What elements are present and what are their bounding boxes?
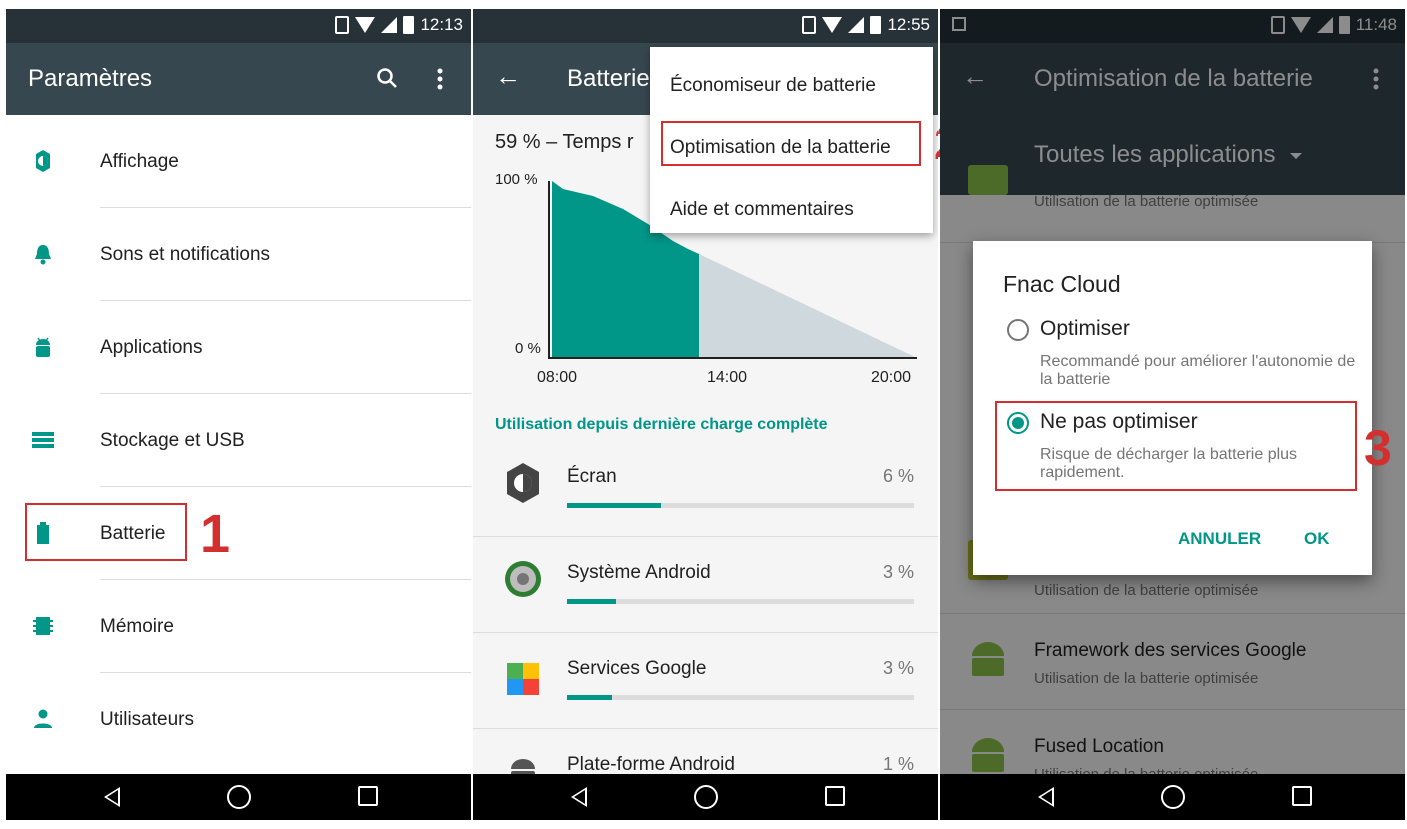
navigation-bar bbox=[6, 774, 471, 820]
brightness-icon bbox=[36, 150, 50, 172]
nav-recents-icon[interactable] bbox=[825, 786, 845, 806]
radio-description: Recommandé pour améliorer l'autonomie de… bbox=[1040, 353, 1356, 388]
step-number: 3 bbox=[1364, 420, 1392, 476]
status-time: 12:13 bbox=[420, 15, 463, 34]
nav-recents-icon[interactable] bbox=[358, 786, 378, 806]
settings-item-label: Mémoire bbox=[100, 616, 174, 637]
x-axis-label: 20:00 bbox=[871, 369, 912, 386]
highlight-box bbox=[661, 121, 921, 166]
usage-bar bbox=[567, 599, 914, 604]
android-icon bbox=[36, 337, 50, 357]
app-bar: Paramètres bbox=[6, 43, 471, 115]
settings-screen: 12:13 Paramètres Affichage Sons et notif… bbox=[6, 9, 471, 820]
usage-label: Services Google bbox=[567, 658, 707, 679]
wifi-icon bbox=[822, 17, 843, 33]
nav-home-icon[interactable] bbox=[1161, 785, 1185, 809]
signal-icon bbox=[381, 17, 398, 33]
usage-item-services-google[interactable]: Services Google 3 % bbox=[473, 633, 938, 729]
y-axis-max-label: 100 % bbox=[495, 171, 538, 188]
battery-status-icon bbox=[870, 16, 882, 34]
settings-item-label: Stockage et USB bbox=[100, 430, 245, 451]
radio-optimiser[interactable] bbox=[1007, 319, 1029, 341]
navigation-bar bbox=[473, 774, 938, 820]
battery-summary: 59 % – Temps r bbox=[495, 131, 634, 153]
vibrate-icon bbox=[335, 16, 350, 34]
signal-icon bbox=[848, 17, 865, 33]
more-options-icon[interactable] bbox=[436, 67, 444, 91]
usage-percent: 6 % bbox=[882, 466, 914, 486]
nav-back-icon[interactable] bbox=[104, 787, 120, 807]
settings-item-sons[interactable]: Sons et notifications bbox=[6, 208, 471, 301]
usage-label: Système Android bbox=[567, 562, 711, 583]
status-bar: 12:55 bbox=[473, 9, 938, 43]
settings-item-stockage[interactable]: Stockage et USB bbox=[6, 394, 471, 487]
vibrate-icon bbox=[802, 16, 817, 34]
ok-button[interactable]: OK bbox=[1304, 529, 1330, 549]
nav-home-icon[interactable] bbox=[694, 785, 718, 809]
page-title: Batterie bbox=[567, 65, 650, 92]
nav-back-icon[interactable] bbox=[571, 787, 587, 807]
x-axis-label: 08:00 bbox=[537, 369, 578, 386]
menu-item-economiseur[interactable]: Économiseur de batterie bbox=[670, 75, 876, 97]
memory-icon bbox=[33, 617, 53, 635]
usage-bar bbox=[567, 695, 914, 700]
highlight-box bbox=[995, 401, 1357, 491]
settings-item-utilisateurs[interactable]: Utilisateurs bbox=[6, 673, 471, 766]
settings-item-memoire[interactable]: Mémoire bbox=[6, 580, 471, 673]
storage-icon bbox=[32, 432, 54, 448]
dialog-title: Fnac Cloud bbox=[1003, 271, 1121, 297]
highlight-box bbox=[25, 503, 187, 561]
usage-bar bbox=[567, 503, 914, 508]
usage-percent: 3 % bbox=[882, 658, 914, 678]
status-time: 12:55 bbox=[887, 15, 930, 34]
usage-label: Écran bbox=[567, 466, 617, 487]
usage-percent: 3 % bbox=[882, 562, 914, 582]
google-play-services-icon bbox=[507, 663, 539, 695]
usage-item-ecran[interactable]: Écran 6 % bbox=[473, 441, 938, 537]
settings-item-applications[interactable]: Applications bbox=[6, 301, 471, 394]
bell-icon bbox=[35, 245, 51, 265]
optimization-dialog: Fnac Cloud Optimiser Recommandé pour amé… bbox=[973, 241, 1372, 575]
usage-percent: 1 % bbox=[882, 754, 914, 774]
nav-recents-icon[interactable] bbox=[1292, 786, 1312, 806]
battery-optimization-screen: 11:48 ← Optimisation de la batterie Tout… bbox=[940, 9, 1405, 820]
page-title: Paramètres bbox=[28, 65, 153, 92]
back-arrow-icon[interactable]: ← bbox=[495, 61, 521, 92]
usage-label: Plate-forme Android bbox=[567, 754, 735, 775]
search-icon[interactable] bbox=[376, 67, 398, 89]
status-bar: 12:13 bbox=[6, 9, 471, 43]
y-axis-min-label: 0 % bbox=[515, 340, 541, 357]
battery-projection-area bbox=[699, 254, 915, 357]
settings-item-label: Affichage bbox=[100, 151, 179, 172]
settings-item-affichage[interactable]: Affichage bbox=[6, 115, 471, 208]
x-axis-label: 14:00 bbox=[707, 369, 748, 386]
radio-label[interactable]: Optimiser bbox=[1040, 317, 1130, 341]
section-header: Utilisation depuis dernière charge compl… bbox=[495, 416, 828, 433]
battery-screen: 12:55 ← Batterie 59 % – Temps r 100 % 0 … bbox=[473, 9, 938, 820]
settings-item-label: Sons et notifications bbox=[100, 244, 271, 265]
settings-item-label: Applications bbox=[100, 337, 203, 358]
person-icon bbox=[34, 709, 52, 728]
settings-item-label: Utilisateurs bbox=[100, 709, 194, 730]
nav-back-icon[interactable] bbox=[1038, 787, 1054, 807]
nav-home-icon[interactable] bbox=[227, 785, 251, 809]
android-system-icon bbox=[505, 561, 541, 597]
step-number: 1 bbox=[200, 504, 231, 564]
battery-status-icon bbox=[403, 16, 415, 34]
brightness-icon bbox=[507, 463, 539, 503]
navigation-bar bbox=[940, 774, 1405, 820]
wifi-icon bbox=[355, 17, 376, 33]
cancel-button[interactable]: ANNULER bbox=[1178, 529, 1261, 549]
menu-item-aide[interactable]: Aide et commentaires bbox=[670, 199, 854, 221]
usage-item-systeme-android[interactable]: Système Android 3 % bbox=[473, 537, 938, 633]
